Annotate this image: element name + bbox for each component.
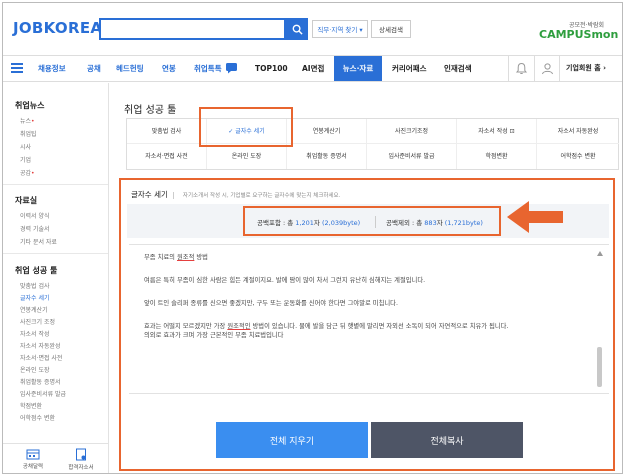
- clear-all-button[interactable]: 전체 지우기: [216, 422, 368, 458]
- top-header: JOBKOREA 직무·지역 찾기 ▾ 상세검색 공모전·박람회 CAMPUSm…: [3, 3, 622, 51]
- company-member-home-link[interactable]: 기업회원 홈 ›: [566, 56, 606, 81]
- sidebar-item-salary-calc[interactable]: 연봉계산기: [20, 305, 48, 314]
- scroll-thumb[interactable]: [597, 347, 602, 387]
- hamburger-menu-icon[interactable]: [11, 63, 23, 73]
- tool-docs-issue[interactable]: 입사준비서류 발급: [367, 144, 457, 169]
- tool-spellcheck[interactable]: 맞춤법 검사: [127, 119, 207, 144]
- tool-activity-cert[interactable]: 취업활동 증명서: [287, 144, 367, 169]
- sidebar-item-essay-dictionary[interactable]: 자소서·면접 사전: [20, 353, 62, 362]
- tool-gpa-convert[interactable]: 학점변환: [457, 144, 537, 169]
- search-button[interactable]: [286, 18, 308, 40]
- stat-without-spaces: 공백제외 : 총 883자 (1,721byte): [386, 219, 483, 227]
- sidebar-item-spellcheck[interactable]: 맞춤법 검사: [20, 281, 50, 290]
- panel-title: 글자수 세기: [131, 190, 168, 199]
- tool-essay-dictionary[interactable]: 자소서·면접 사전: [127, 144, 207, 169]
- tool-essay-write[interactable]: 자소서 작성 ⊡: [457, 119, 537, 144]
- editor-content: 무좀 치료의 원조적 방법 여름은 특히 무좀이 심한 사람은 힘든 계절이지요…: [144, 254, 509, 339]
- nav-item-ai-interview[interactable]: AI면접: [302, 56, 324, 81]
- nav-item-career-path[interactable]: 커리어패스: [392, 56, 427, 81]
- sidebar-item-essay-write[interactable]: 자소서 작성: [20, 329, 50, 338]
- sidebar-item-docs-issue[interactable]: 입사준비서류 발급: [20, 389, 66, 398]
- sidebar-item-news[interactable]: 뉴스•: [20, 116, 35, 125]
- highlight-box-stats: 공백포함 : 총 1,201자 (2,039byte) 공백제외 : 총 883…: [243, 206, 501, 236]
- chat-icon: [226, 63, 237, 74]
- tool-salary-calc[interactable]: 연봉계산기: [287, 119, 367, 144]
- nav-item-talent-search[interactable]: 인재검색: [444, 56, 472, 81]
- main-nav: 채용정보 공채 헤드헌팅 연봉 취업톡톡 TOP100 AI면접 뉴스·자료 커…: [3, 55, 622, 82]
- editor-scrollbar[interactable]: [597, 251, 603, 397]
- nav-item-public[interactable]: 공채: [87, 56, 101, 81]
- sidebar-item-current[interactable]: 시사: [20, 142, 31, 151]
- page-frame: JOBKOREA 직무·지역 찾기 ▾ 상세검색 공모전·박람회 CAMPUSm…: [2, 2, 623, 474]
- sidebar-item-photo-resize[interactable]: 사진크기 조정: [20, 317, 55, 326]
- tool-language-convert[interactable]: 어학점수 변환: [537, 144, 619, 169]
- sidebar-item-gpa-convert[interactable]: 학점변환: [20, 401, 42, 410]
- job-region-filter-button[interactable]: 직무·지역 찾기 ▾: [312, 20, 368, 38]
- passed-essay-tool[interactable]: 합격자소서: [61, 448, 101, 471]
- scroll-up-icon[interactable]: [597, 251, 603, 256]
- page-title: 취업 성공 툴: [124, 105, 177, 116]
- nav-item-salary[interactable]: 연봉: [162, 56, 176, 81]
- sidebar-item-activity-cert[interactable]: 취업활동 증명서: [20, 377, 61, 386]
- nav-item-jobs[interactable]: 채용정보: [38, 56, 66, 81]
- sidebar-item-career-desc[interactable]: 경력 기술서: [20, 224, 50, 233]
- left-arrow-annotation: [507, 201, 563, 233]
- sidebar-item-essay-autocomplete[interactable]: 자소서 자동완성: [20, 341, 61, 350]
- tool-essay-autocomplete[interactable]: 자소서 자동완성: [537, 119, 619, 144]
- sidebar-item-char-count[interactable]: 글자수 세기: [20, 293, 50, 302]
- sidebar-item-online-stamp[interactable]: 온라인 도장: [20, 365, 50, 374]
- nav-item-headhunting[interactable]: 헤드헌팅: [116, 56, 144, 81]
- tool-online-stamp[interactable]: 온라인 도장: [207, 144, 287, 169]
- calendar-tool[interactable]: 공채달력: [13, 448, 53, 470]
- sidebar: 취업뉴스 뉴스• 취업팁 시사 기업 공감• 자료실 이력서 양식 경력 기술서…: [3, 83, 109, 473]
- stat-with-spaces: 공백포함 : 총 1,201자 (2,039byte): [257, 219, 361, 227]
- search-input[interactable]: [99, 18, 286, 40]
- sidebar-item-other-docs[interactable]: 기타 문서 자료: [20, 237, 57, 246]
- copy-all-button[interactable]: 전체복사: [371, 422, 523, 458]
- sidebar-item-tips[interactable]: 취업팁: [20, 129, 37, 138]
- text-editor[interactable]: 무좀 치료의 원조적 방법 여름은 특히 무좀이 심한 사람은 힘든 계절이지요…: [129, 244, 609, 394]
- sidebar-item-resume-form[interactable]: 이력서 양식: [20, 211, 50, 220]
- nav-item-news[interactable]: 뉴스·자료: [334, 56, 382, 81]
- panel-description: 자기소개서 작성 시, 기업별로 요구하는 글자수에 맞는지 체크하세요.: [182, 193, 341, 199]
- sidebar-title-resources: 자료실: [15, 196, 38, 205]
- campusmon-logo[interactable]: CAMPUSmon: [539, 28, 618, 41]
- jobkorea-logo[interactable]: JOBKOREA: [13, 19, 102, 37]
- sidebar-title-tools: 취업 성공 툴: [15, 266, 58, 275]
- panel-header: 글자수 세기 자기소개서 작성 시, 기업별로 요구하는 글자수에 맞는지 체크하…: [131, 189, 340, 200]
- nav-item-talk[interactable]: 취업톡톡: [194, 56, 222, 81]
- sidebar-item-empathy[interactable]: 공감•: [20, 168, 35, 177]
- document-icon: [76, 448, 86, 461]
- highlight-box-selected-tab: [199, 107, 293, 147]
- detail-search-button[interactable]: 상세검색: [371, 20, 411, 38]
- tool-photo-resize[interactable]: 사진크기조정: [367, 119, 457, 144]
- sidebar-item-language-convert[interactable]: 어학점수 변환: [20, 413, 55, 422]
- nav-item-top100[interactable]: TOP100: [255, 56, 288, 81]
- bell-icon[interactable]: [515, 62, 528, 75]
- search-icon: [292, 24, 303, 35]
- calendar-icon: [26, 449, 40, 460]
- sidebar-item-company[interactable]: 기업: [20, 155, 31, 164]
- sidebar-bottom-tools: 공채달력 합격자소서: [3, 443, 108, 473]
- sidebar-title-news: 취업뉴스: [15, 101, 45, 110]
- user-icon[interactable]: [541, 62, 554, 75]
